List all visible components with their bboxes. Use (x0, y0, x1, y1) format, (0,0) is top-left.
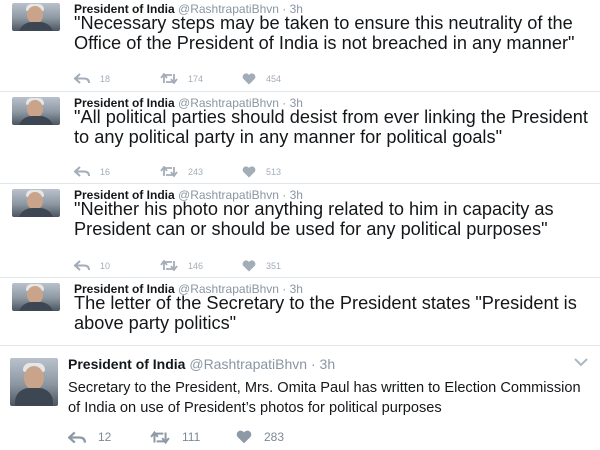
heart-icon (236, 430, 252, 444)
tweet-feed: President of India @RashtrapatiBhvn · 3h… (0, 0, 600, 450)
reply-button[interactable]: 10 (74, 260, 110, 271)
retweet-icon (160, 73, 178, 84)
avatar[interactable] (12, 3, 60, 31)
reply-arrow-icon (74, 73, 90, 84)
like-button[interactable]: 513 (242, 166, 281, 178)
reply-button[interactable]: 12 (68, 430, 111, 444)
avatar[interactable] (10, 358, 58, 406)
reply-arrow-icon (74, 166, 90, 177)
tweet[interactable]: President of India @RashtrapatiBhvn · 3h… (0, 186, 600, 278)
avatar[interactable] (12, 189, 60, 217)
user-name[interactable]: President of India (68, 356, 185, 372)
reply-count: 12 (98, 430, 112, 444)
tweet-text: "Neither his photo nor anything related … (74, 199, 554, 239)
reply-arrow-icon (68, 431, 86, 443)
tweet-header: President of India @RashtrapatiBhvn · 3h (68, 356, 335, 372)
reply-count: 18 (100, 73, 111, 84)
retweet-button[interactable]: 174 (160, 73, 203, 84)
heart-icon (242, 166, 256, 178)
retweet-button[interactable]: 146 (160, 260, 203, 271)
reply-count: 16 (100, 166, 111, 177)
retweet-count: 174 (188, 73, 204, 84)
tweet[interactable]: President of India @RashtrapatiBhvn · 3h… (0, 0, 600, 92)
like-count: 351 (266, 261, 282, 271)
separator-dot: · (310, 356, 316, 372)
tweet-time[interactable]: 3h (320, 356, 336, 372)
retweet-count: 146 (188, 260, 204, 271)
tweet-text: "Necessary steps may be taken to ensure … (74, 13, 575, 53)
like-count: 513 (266, 167, 282, 177)
retweet-count: 243 (188, 166, 204, 177)
avatar[interactable] (12, 97, 60, 125)
reply-button[interactable]: 16 (74, 166, 110, 177)
tweet[interactable]: President of India @RashtrapatiBhvn · 3h… (0, 94, 600, 184)
like-count: 283 (264, 430, 285, 444)
retweet-icon (150, 430, 170, 444)
like-button[interactable]: 454 (242, 73, 281, 85)
like-button[interactable]: 283 (236, 430, 284, 444)
reply-arrow-icon (74, 260, 90, 271)
like-button[interactable]: 351 (242, 260, 281, 272)
tweet-text: The letter of the Secretary to the Presi… (74, 293, 577, 333)
tweet-text: Secretary to the President, Mrs. Omita P… (68, 380, 581, 416)
heart-icon (242, 260, 256, 272)
like-count: 454 (266, 74, 282, 84)
tweet-text: "All political parties should desist fro… (74, 107, 588, 147)
reply-button[interactable]: 18 (74, 73, 110, 84)
retweet-icon (160, 260, 178, 271)
reply-count: 10 (100, 260, 111, 271)
user-handle[interactable]: @RashtrapatiBhvn (189, 356, 307, 372)
avatar[interactable] (12, 283, 60, 311)
tweet[interactable]: President of India @RashtrapatiBhvn · 3h… (0, 280, 600, 346)
retweet-button[interactable]: 243 (160, 166, 203, 177)
retweet-button[interactable]: 111 (150, 430, 200, 444)
retweet-count: 111 (182, 430, 201, 444)
retweet-icon (160, 166, 178, 177)
heart-icon (242, 73, 256, 85)
chevron-down-icon[interactable] (574, 358, 588, 367)
